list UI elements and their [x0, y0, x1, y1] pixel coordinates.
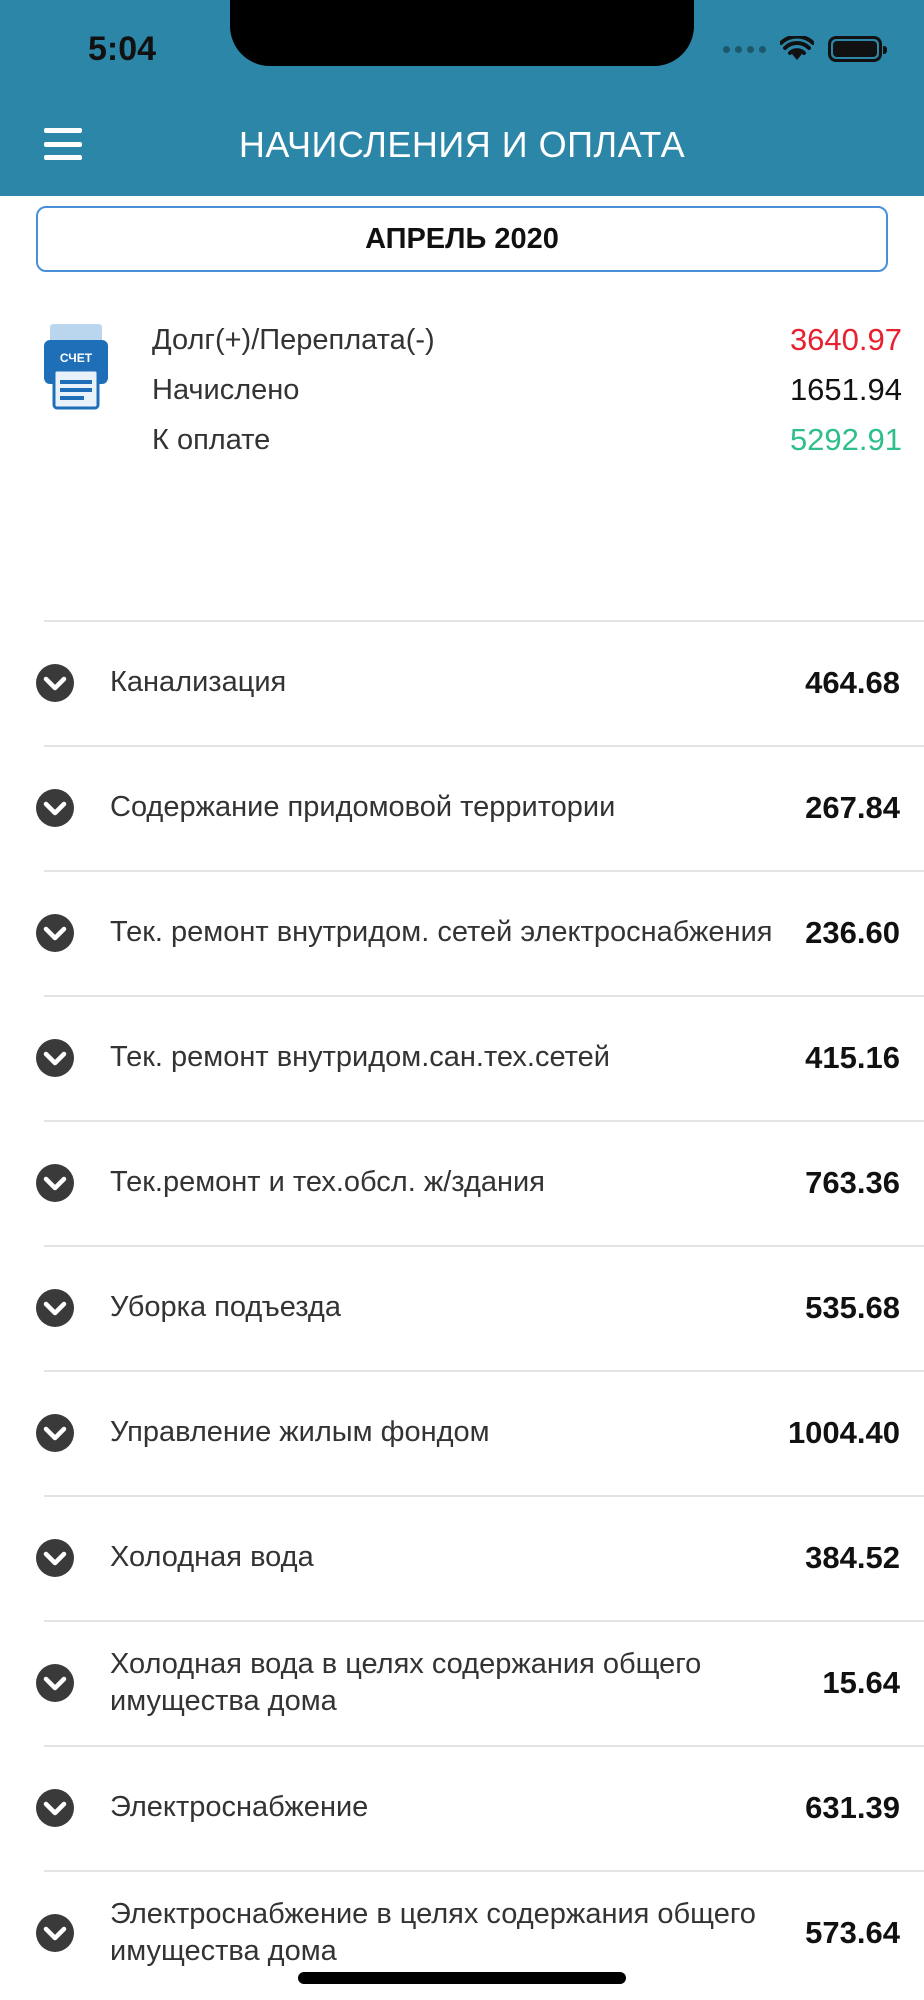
row-divider — [44, 1620, 924, 1622]
status-indicators — [723, 34, 887, 64]
summary-debt-value: 3640.97 — [789, 322, 902, 357]
row-divider — [44, 870, 924, 872]
chevron-down-icon — [36, 663, 74, 702]
charge-label: Уборка подъезда — [110, 1291, 341, 1323]
invoice-icon-label: СЧЕТ — [60, 351, 93, 365]
row-divider — [44, 1870, 924, 1872]
charge-label: Тек. ремонт внутридом. сетей электроснаб… — [110, 916, 773, 948]
chevron-down-icon — [36, 1163, 74, 1202]
charge-label: Электроснабжение — [110, 1791, 369, 1823]
chevron-down-icon — [36, 1538, 74, 1577]
charge-value: 236.60 — [805, 914, 900, 950]
chevron-down-icon — [36, 1288, 74, 1327]
chevron-down-icon — [36, 1038, 74, 1077]
chevron-down-icon — [36, 1663, 74, 1702]
charge-label: Тек.ремонт и тех.обсл. ж/здания — [110, 1166, 545, 1198]
chevron-down-icon — [36, 1413, 74, 1452]
charge-label: Холодная вода в целях содержания общего … — [110, 1647, 702, 1717]
wifi-icon — [780, 36, 814, 60]
month-selector-button[interactable]: АПРЕЛЬ 2020 — [36, 206, 888, 272]
summary-charged-row: Начислено 1651.94 — [152, 370, 902, 410]
chevron-down-icon — [36, 1913, 74, 1952]
charge-label: Содержание придомовой территории — [110, 791, 616, 823]
row-divider — [44, 1495, 924, 1497]
charge-label: Управление жилым фондом — [110, 1416, 490, 1448]
home-indicator — [298, 1972, 626, 1984]
charge-label: Электроснабжение в целях содержания обще… — [110, 1897, 756, 1967]
charge-row[interactable]: Тек. ремонт внутридом.сан.тех.сетей 415.1… — [0, 995, 924, 1120]
charge-value: 573.64 — [805, 1914, 900, 1950]
cellular-signal-icon — [723, 45, 766, 53]
nav-header: 5:04 НАЧИСЛЕНИЯ И ОПЛАТА — [0, 0, 924, 196]
charge-label: Тек. ремонт внутридом.сан.тех.сетей — [110, 1041, 610, 1073]
row-divider — [44, 1370, 924, 1372]
charge-label: Холодная вода — [110, 1541, 314, 1573]
charge-row[interactable]: Управление жилым фондом 1004.40 — [0, 1370, 924, 1495]
battery-icon — [828, 36, 887, 62]
chevron-down-icon — [36, 1788, 74, 1827]
summary-label: Начислено — [152, 373, 300, 406]
charge-row[interactable]: Холодная вода в целях содержания общего … — [0, 1620, 924, 1745]
charge-row[interactable]: Электроснабжение 631.39 — [0, 1745, 924, 1870]
chevron-down-icon — [36, 788, 74, 827]
row-divider — [44, 620, 924, 622]
charge-row[interactable]: Содержание придомовой территории 267.84 — [0, 745, 924, 870]
app-screen: 5:04 НАЧИСЛЕНИЯ И ОПЛАТА АПРЕЛЬ 2020 СЧЕ… — [0, 0, 924, 2000]
row-divider — [44, 1120, 924, 1122]
charge-value: 15.64 — [822, 1664, 900, 1700]
row-divider — [44, 1745, 924, 1747]
charge-value: 464.68 — [805, 664, 900, 700]
summary-topay-row: К оплате 5292.91 — [152, 420, 902, 460]
charge-value: 763.36 — [805, 1164, 900, 1200]
row-divider — [44, 1245, 924, 1247]
charge-row[interactable]: Холодная вода 384.52 — [0, 1495, 924, 1620]
charge-value: 267.84 — [805, 789, 900, 825]
charge-row[interactable]: Тек. ремонт внутридом. сетей электроснаб… — [0, 870, 924, 995]
charge-value: 1004.40 — [787, 1414, 900, 1450]
row-divider — [44, 745, 924, 747]
device-notch — [230, 0, 694, 66]
summary-topay-value: 5292.91 — [789, 422, 902, 457]
charge-row[interactable]: Тек.ремонт и тех.обсл. ж/здания 763.36 — [0, 1120, 924, 1245]
summary-debt-row: Долг(+)/Переплата(-) 3640.97 — [152, 320, 902, 360]
charge-row[interactable]: Уборка подъезда 535.68 — [0, 1245, 924, 1370]
charge-value: 535.68 — [805, 1289, 900, 1325]
charge-value: 415.16 — [805, 1039, 900, 1075]
invoice-icon: СЧЕТ — [44, 324, 108, 410]
charge-value: 631.39 — [805, 1789, 900, 1825]
charge-row[interactable]: Канализация 464.68 — [0, 620, 924, 745]
status-time: 5:04 — [88, 30, 157, 68]
row-divider — [44, 995, 924, 997]
page-title: НАЧИСЛЕНИЯ И ОПЛАТА — [238, 124, 686, 165]
charge-value: 384.52 — [805, 1539, 900, 1575]
summary-label: К оплате — [152, 423, 271, 456]
summary-charged-value: 1651.94 — [789, 372, 902, 407]
chevron-down-icon — [36, 913, 74, 952]
charge-label: Канализация — [110, 666, 287, 698]
summary-label: Долг(+)/Переплата(-) — [152, 323, 435, 356]
